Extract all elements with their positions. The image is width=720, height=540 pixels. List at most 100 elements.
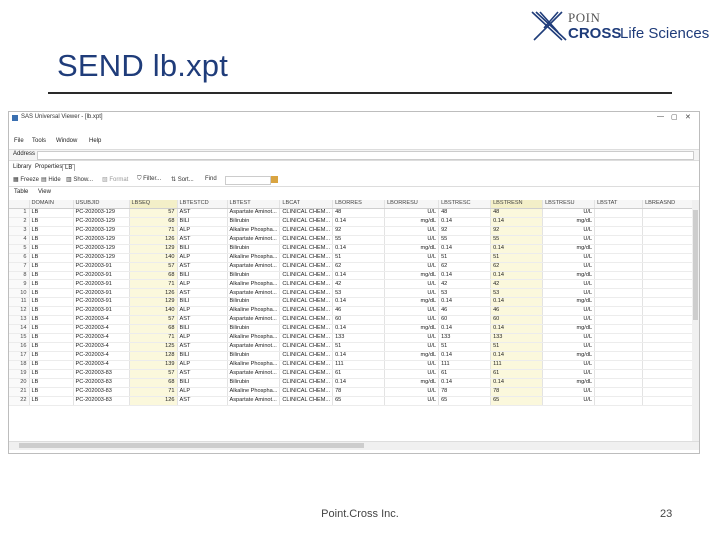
table-cell[interactable]: U/L: [542, 369, 596, 379]
table-cell[interactable]: U/L: [384, 306, 440, 317]
table-cell[interactable]: mg/dL: [384, 324, 440, 335]
table-cell[interactable]: LB: [29, 288, 74, 299]
table-cell[interactable]: PC-202003-4: [73, 315, 130, 326]
table-cell[interactable]: 51: [332, 342, 386, 352]
table-cell[interactable]: U/L: [542, 262, 596, 272]
table-row[interactable]: 13 LB PC-202003-4 57 AST Aspartate Aminot... C…: [9, 315, 696, 326]
table-row[interactable]: 2 LB PC-202003-129 68 BILI Bilirubin CLINICAL …: [9, 217, 696, 227]
column-header[interactable]: LBORRESU: [384, 200, 440, 209]
table-cell[interactable]: 60: [332, 315, 386, 326]
table-cell[interactable]: [594, 369, 644, 379]
table-cell[interactable]: LB: [29, 396, 74, 406]
table-row[interactable]: 15 LB PC-202003-4 71 ALP Alkaline Phospha... C…: [9, 333, 696, 343]
table-row[interactable]: 6 LB PC-202003-129 140 ALP Alkaline Phospha..…: [9, 253, 696, 263]
table-cell[interactable]: [594, 288, 644, 299]
table-cell[interactable]: Alkaline Phospha...: [227, 333, 281, 343]
table-cell[interactable]: 57: [129, 208, 178, 218]
table-cell[interactable]: Aspartate Aminot...: [227, 315, 281, 326]
table-cell[interactable]: 128: [129, 351, 178, 361]
table-cell[interactable]: ALP: [177, 279, 228, 290]
table-cell[interactable]: 48: [332, 208, 386, 218]
table-cell[interactable]: 42: [490, 279, 544, 290]
find-input[interactable]: [225, 176, 271, 185]
table-cell[interactable]: LB: [29, 306, 74, 317]
table-cell[interactable]: 61: [438, 369, 492, 379]
table-cell[interactable]: [594, 217, 644, 227]
table-cell[interactable]: CLINICAL CHEM...: [279, 271, 334, 281]
table-cell[interactable]: Bilirubin: [227, 324, 281, 335]
table-cell[interactable]: [642, 253, 696, 263]
table-cell[interactable]: CLINICAL CHEM...: [279, 387, 334, 397]
table-cell[interactable]: mg/dL: [384, 217, 440, 227]
table-cell[interactable]: 0.14: [490, 324, 544, 335]
table-cell[interactable]: 60: [490, 315, 544, 326]
table-cell[interactable]: 133: [332, 333, 386, 343]
vertical-scrollbar[interactable]: [692, 200, 699, 441]
table-cell[interactable]: ALP: [177, 333, 228, 343]
table-cell[interactable]: LB: [29, 387, 74, 397]
table-cell[interactable]: Alkaline Phospha...: [227, 387, 281, 397]
table-cell[interactable]: 65: [490, 396, 544, 406]
table-cell[interactable]: PC-202003-83: [73, 378, 130, 388]
minimize-button[interactable]: —: [657, 113, 664, 120]
table-cell[interactable]: LB: [29, 253, 74, 263]
table-cell[interactable]: mg/dL: [542, 217, 596, 227]
table-cell[interactable]: 61: [490, 369, 544, 379]
table-cell[interactable]: 78: [438, 387, 492, 397]
table-cell[interactable]: LB: [29, 217, 74, 227]
table-cell[interactable]: [594, 235, 644, 245]
menu-help[interactable]: Help: [89, 138, 101, 144]
vertical-scroll-thumb[interactable]: [693, 210, 698, 320]
table-cell[interactable]: 0.14: [438, 217, 492, 227]
table-row[interactable]: 19 LB PC-202003-83 57 AST Aspartate Aminot...…: [9, 369, 696, 379]
table-cell[interactable]: 60: [438, 315, 492, 326]
table-cell[interactable]: [642, 288, 696, 299]
table-cell[interactable]: CLINICAL CHEM...: [279, 360, 334, 370]
menu-tools[interactable]: Tools: [32, 138, 46, 144]
table-cell[interactable]: U/L: [384, 235, 440, 245]
table-cell[interactable]: 0.14: [490, 378, 544, 388]
table-cell[interactable]: Alkaline Phospha...: [227, 226, 281, 236]
table-cell[interactable]: 0.14: [332, 271, 386, 281]
address-input[interactable]: [37, 151, 694, 160]
table-cell[interactable]: [642, 360, 696, 370]
table-cell[interactable]: Aspartate Aminot...: [227, 288, 281, 299]
table-cell[interactable]: LB: [29, 271, 74, 281]
table-cell[interactable]: 48: [490, 208, 544, 218]
horizontal-scroll-thumb[interactable]: [19, 443, 364, 448]
table-cell[interactable]: BILI: [177, 297, 228, 308]
table-cell[interactable]: [642, 342, 696, 352]
table-row[interactable]: 17 LB PC-202003-4 128 BILI Bilirubin CLINICAL …: [9, 351, 696, 361]
tab-table[interactable]: Table: [12, 189, 30, 195]
column-header[interactable]: LBTEST: [227, 200, 281, 209]
hide-button[interactable]: ▤ Hide: [41, 176, 61, 183]
table-cell[interactable]: BILI: [177, 378, 228, 388]
table-cell[interactable]: AST: [177, 369, 228, 379]
table-cell[interactable]: [594, 297, 644, 308]
table-cell[interactable]: 55: [332, 235, 386, 245]
table-cell[interactable]: 0.14: [438, 351, 492, 361]
table-cell[interactable]: U/L: [384, 262, 440, 272]
table-cell[interactable]: 57: [129, 369, 178, 379]
table-cell[interactable]: PC-202003-83: [73, 387, 130, 397]
table-cell[interactable]: 62: [332, 262, 386, 272]
table-row[interactable]: 3 LB PC-202003-129 71 ALP Alkaline Phospha...…: [9, 226, 696, 236]
horizontal-scrollbar[interactable]: [9, 441, 699, 450]
table-cell[interactable]: 0.14: [332, 244, 386, 254]
table-cell[interactable]: [594, 378, 644, 388]
table-row[interactable]: 14 LB PC-202003-4 68 BILI Bilirubin CLINICAL C…: [9, 324, 696, 335]
column-header[interactable]: LBREASND: [642, 200, 696, 209]
table-cell[interactable]: PC-202003-129: [73, 208, 130, 218]
table-cell[interactable]: Aspartate Aminot...: [227, 262, 281, 272]
table-cell[interactable]: 0.14: [438, 378, 492, 388]
table-cell[interactable]: LB: [29, 208, 74, 218]
table-cell[interactable]: [642, 351, 696, 361]
tab-lb[interactable]: LB: [62, 164, 76, 171]
table-cell[interactable]: mg/dL: [542, 351, 596, 361]
table-cell[interactable]: [594, 315, 644, 326]
table-cell[interactable]: mg/dL: [542, 271, 596, 281]
table-cell[interactable]: Bilirubin: [227, 217, 281, 227]
table-cell[interactable]: [642, 324, 696, 335]
table-cell[interactable]: BILI: [177, 324, 228, 335]
table-cell[interactable]: 0.14: [438, 271, 492, 281]
